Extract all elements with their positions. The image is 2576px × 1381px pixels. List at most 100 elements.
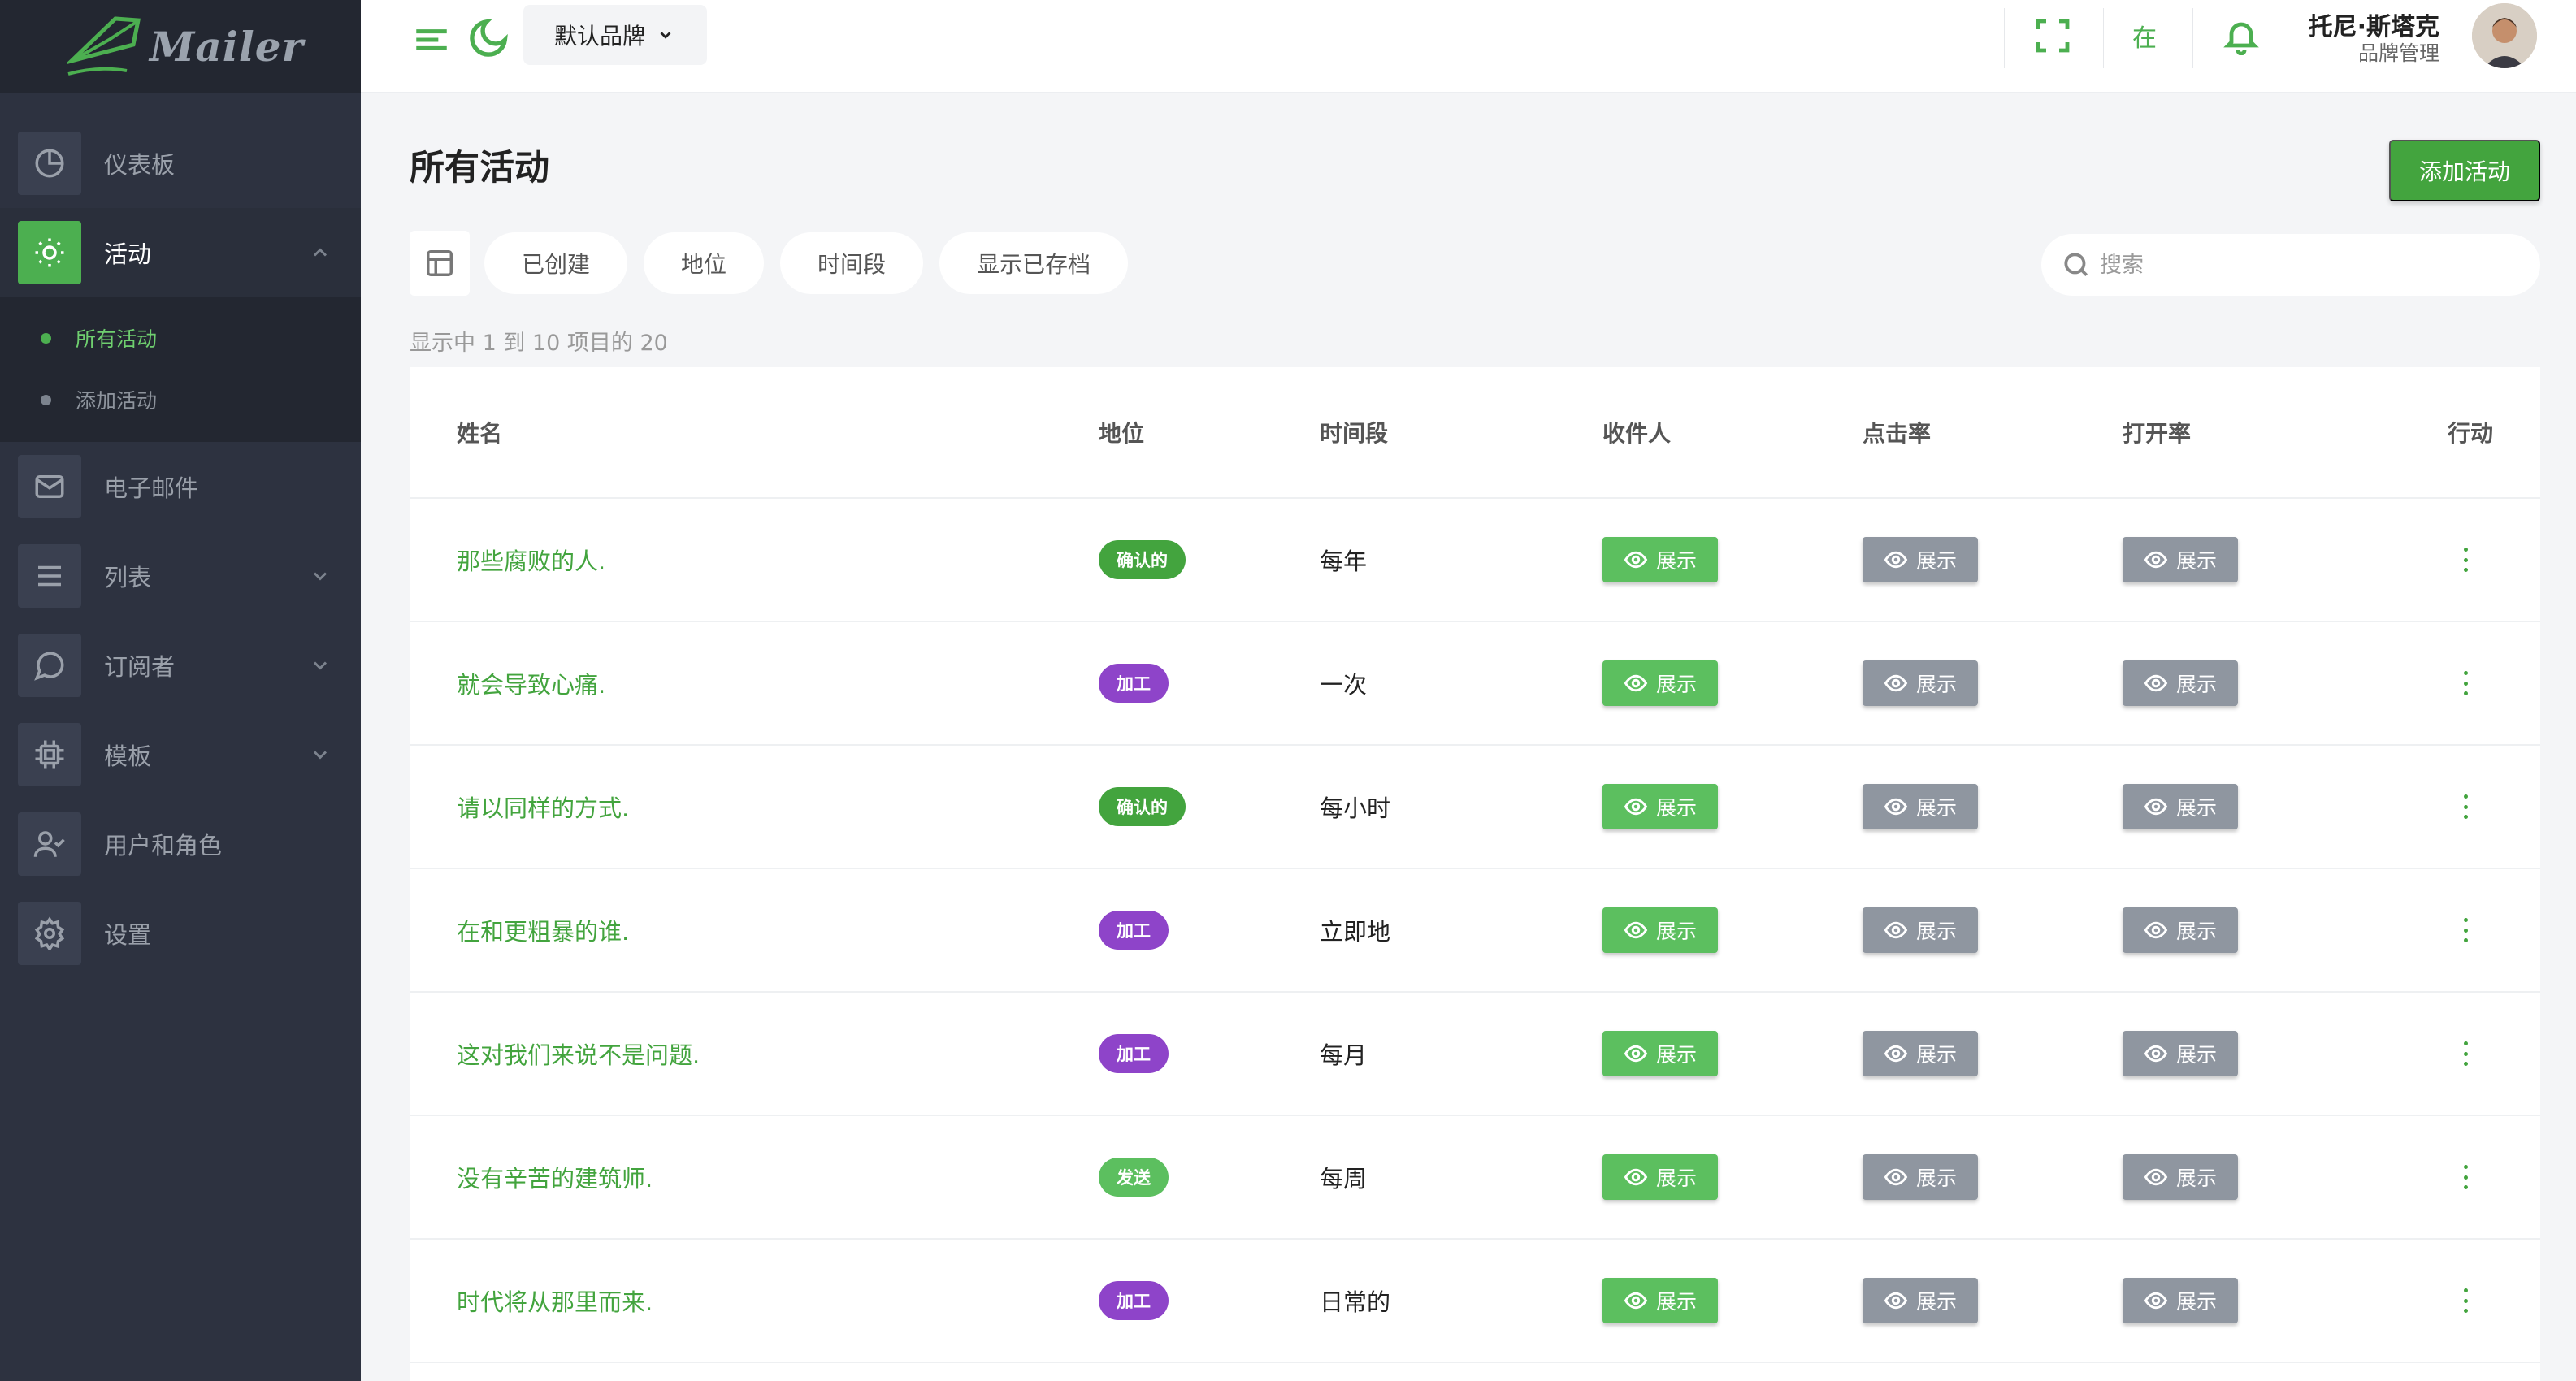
button-label: 展示 [2175,920,2217,943]
filter-show-archived[interactable]: 显示已存档 [939,232,1129,294]
button-label: 展示 [1915,796,1957,820]
show-click-rate-button[interactable]: 展示 [1863,907,1978,953]
table-row: 没有辛苦的建筑师. 发送 每周 展示 展示 展示 [410,1116,2540,1240]
table-row: 那些腐败的人. 确认的 每年 展示 展示 展示 [410,499,2540,622]
table-row: 就会导致心痛. 加工 一次 展示 展示 展示 [410,622,2540,746]
more-actions-icon[interactable] [2459,1041,2472,1066]
show-recipients-button[interactable]: 展示 [1602,907,1718,953]
column-header-recipients[interactable]: 收件人 [1602,416,1671,448]
search-icon [2064,253,2088,277]
column-header-period[interactable]: 时间段 [1320,416,1388,448]
campaign-name-link[interactable]: 没有辛苦的建筑师. [457,1160,653,1194]
show-recipients-button[interactable]: 展示 [1602,1278,1718,1323]
eye-icon [1884,674,1908,692]
status-badge: 发送 [1099,1158,1169,1197]
search-input[interactable] [2100,252,2522,278]
filter-created[interactable]: 已创建 [484,232,628,294]
column-header-name[interactable]: 姓名 [457,416,502,448]
campaign-name-link[interactable]: 这对我们来说不是问题. [457,1037,700,1071]
show-open-rate-button[interactable]: 展示 [2123,784,2238,829]
status-badge: 确认的 [1099,540,1186,579]
bullet-icon [41,332,51,344]
sidebar-item-label: 用户和角色 [104,832,223,859]
cpu-icon [18,723,81,786]
campaign-name-link[interactable]: 那些腐败的人. [457,543,605,577]
language-toggle[interactable]: 在 [2132,18,2157,54]
submenu-item-all-campaigns[interactable]: 所有活动 [0,307,361,369]
campaign-name-link[interactable]: 就会导致心痛. [457,666,605,700]
submenu-item-label: 添加活动 [76,389,158,413]
column-header-click-rate[interactable]: 点击率 [1863,416,1931,448]
eye-icon [1884,798,1908,816]
button-label: 展示 [1915,1167,1957,1190]
sidebar-item-email[interactable]: 电子邮件 [0,442,361,531]
column-header-status[interactable]: 地位 [1099,416,1144,448]
column-layout-icon[interactable] [410,231,470,296]
pagination-info: 显示中 1 到 10 项目的 20 [410,331,668,356]
menu-toggle-icon[interactable] [411,19,452,60]
campaign-name-link[interactable]: 时代将从那里而来. [457,1284,653,1318]
more-actions-icon[interactable] [2459,671,2472,695]
filter-status[interactable]: 地位 [644,232,765,294]
sidebar-item-campaigns[interactable]: 活动 [0,208,361,297]
avatar[interactable] [2472,3,2537,68]
more-actions-icon[interactable] [2459,1165,2472,1189]
show-click-rate-button[interactable]: 展示 [1863,537,1978,582]
button-label: 展示 [1915,1290,1957,1314]
eye-icon [2144,1292,2168,1310]
eye-icon [2144,798,2168,816]
brand-select[interactable]: 默认品牌 [523,5,707,65]
page-title: 所有活动 [410,148,549,188]
period-text: 一次 [1320,671,1368,699]
eye-icon [1884,1045,1908,1063]
mail-icon [18,455,81,518]
show-click-rate-button[interactable]: 展示 [1863,784,1978,829]
table-header: 姓名 地位 时间段 收件人 点击率 打开率 行动 [410,367,2540,499]
show-recipients-button[interactable]: 展示 [1602,1031,1718,1076]
divider [2004,8,2005,68]
button-label: 展示 [1655,1043,1697,1067]
eye-icon [1884,921,1908,939]
list-icon [18,544,81,608]
pie-chart-icon [18,132,81,195]
fullscreen-icon[interactable] [2033,16,2072,55]
more-actions-icon[interactable] [2459,1288,2472,1313]
more-actions-icon[interactable] [2459,918,2472,942]
add-campaign-button[interactable]: 添加活动 [2389,140,2540,201]
column-header-open-rate[interactable]: 打开率 [2123,416,2191,448]
show-open-rate-button[interactable]: 展示 [2123,1031,2238,1076]
show-open-rate-button[interactable]: 展示 [2123,1154,2238,1200]
sidebar-nav: 仪表板 活动 所有活动 添加活动 电子邮件 列表 订阅者 模板 用户和角色 设置 [0,93,361,978]
submenu-item-add-campaign[interactable]: 添加活动 [0,369,361,431]
more-actions-icon[interactable] [2459,794,2472,819]
show-recipients-button[interactable]: 展示 [1602,784,1718,829]
show-recipients-button[interactable]: 展示 [1602,1154,1718,1200]
show-recipients-button[interactable]: 展示 [1602,660,1718,706]
show-open-rate-button[interactable]: 展示 [2123,660,2238,706]
show-open-rate-button[interactable]: 展示 [2123,1278,2238,1323]
sidebar-item-settings[interactable]: 设置 [0,889,361,978]
logo[interactable]: Mailer [0,0,361,93]
sidebar-item-lists[interactable]: 列表 [0,531,361,621]
show-open-rate-button[interactable]: 展示 [2123,907,2238,953]
more-actions-icon[interactable] [2459,548,2472,572]
button-label: 展示 [1915,1043,1957,1067]
show-click-rate-button[interactable]: 展示 [1863,1031,1978,1076]
campaign-name-link[interactable]: 请以同样的方式. [457,790,629,824]
eye-icon [2144,921,2168,939]
show-open-rate-button[interactable]: 展示 [2123,537,2238,582]
filter-period[interactable]: 时间段 [780,232,924,294]
table-row: 这对我们来说不是问题. 加工 每月 展示 展示 展示 [410,993,2540,1116]
campaign-name-link[interactable]: 在和更粗暴的谁. [457,913,629,947]
bell-icon[interactable] [2222,16,2261,56]
show-recipients-button[interactable]: 展示 [1602,537,1718,582]
sidebar-item-subscribers[interactable]: 订阅者 [0,621,361,710]
sidebar-item-users-roles[interactable]: 用户和角色 [0,799,361,889]
sidebar-item-templates[interactable]: 模板 [0,710,361,799]
moon-icon[interactable] [466,16,510,60]
show-click-rate-button[interactable]: 展示 [1863,1154,1978,1200]
status-badge: 确认的 [1099,787,1186,826]
show-click-rate-button[interactable]: 展示 [1863,660,1978,706]
show-click-rate-button[interactable]: 展示 [1863,1278,1978,1323]
sidebar-item-dashboard[interactable]: 仪表板 [0,119,361,208]
